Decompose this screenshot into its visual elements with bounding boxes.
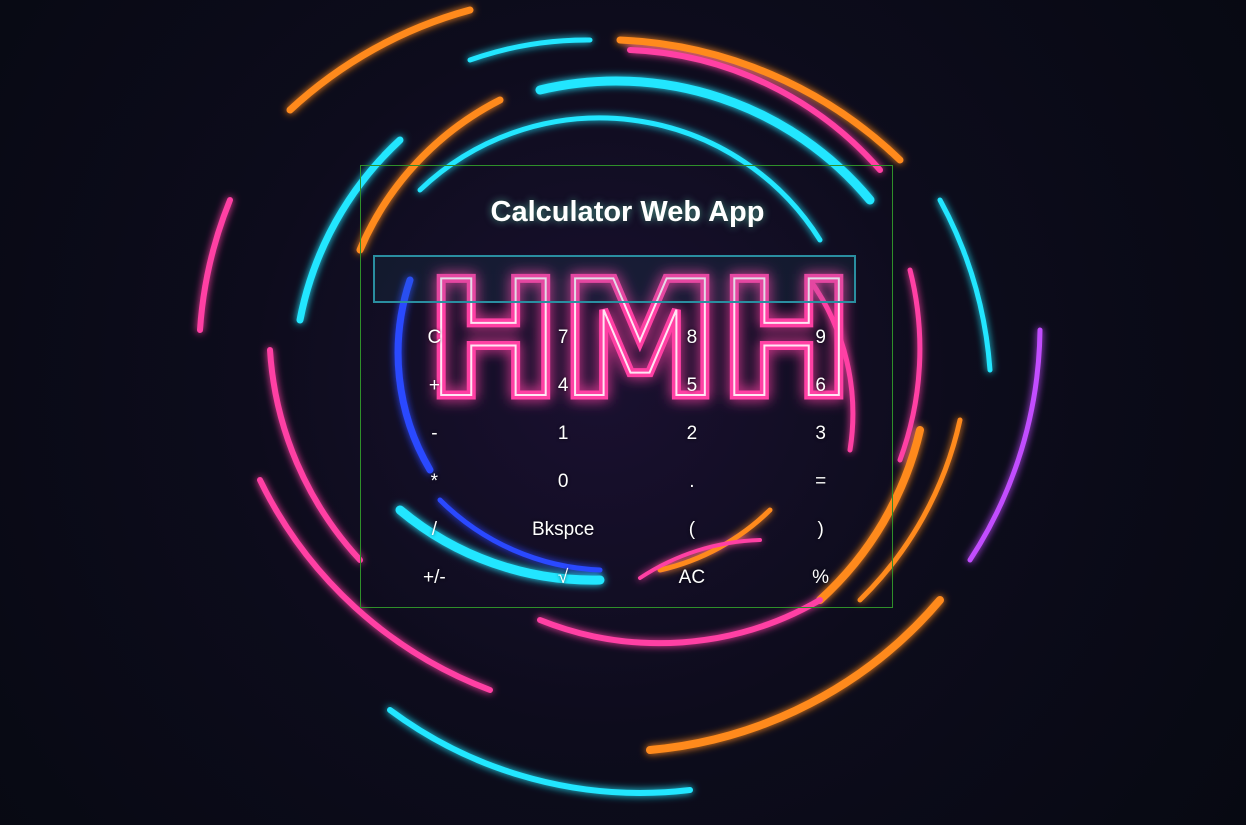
add-button[interactable]: + [370,362,499,410]
digit-4-button[interactable]: 4 [499,362,628,410]
percent-button[interactable]: % [756,554,885,602]
backspace-button[interactable]: Bkspce [499,506,628,554]
digit-9-button[interactable]: 9 [756,314,885,362]
page-title: Calculator Web App [490,196,765,228]
digit-2-button[interactable]: 2 [628,410,757,458]
page-background: HMH HMH Calculator Web App C 7 8 9 + 4 5… [0,0,1246,825]
equals-button[interactable]: = [756,458,885,506]
negate-button[interactable]: +/- [370,554,499,602]
digit-1-button[interactable]: 1 [499,410,628,458]
digit-5-button[interactable]: 5 [628,362,757,410]
digit-6-button[interactable]: 6 [756,362,885,410]
subtract-button[interactable]: - [370,410,499,458]
all-clear-button[interactable]: AC [628,554,757,602]
digit-7-button[interactable]: 7 [499,314,628,362]
close-paren-button[interactable]: ) [756,506,885,554]
decimal-button[interactable]: . [628,458,757,506]
square-root-button[interactable]: √ [499,554,628,602]
digit-8-button[interactable]: 8 [628,314,757,362]
multiply-button[interactable]: * [370,458,499,506]
digit-0-button[interactable]: 0 [499,458,628,506]
clear-button[interactable]: C [370,314,499,362]
keypad: C 7 8 9 + 4 5 6 - 1 2 3 * 0 . = / Bkspce… [370,314,885,602]
calculator-display[interactable] [373,255,856,303]
calculator-panel: Calculator Web App C 7 8 9 + 4 5 6 - 1 2… [360,165,893,608]
digit-3-button[interactable]: 3 [756,410,885,458]
open-paren-button[interactable]: ( [628,506,757,554]
divide-button[interactable]: / [370,506,499,554]
